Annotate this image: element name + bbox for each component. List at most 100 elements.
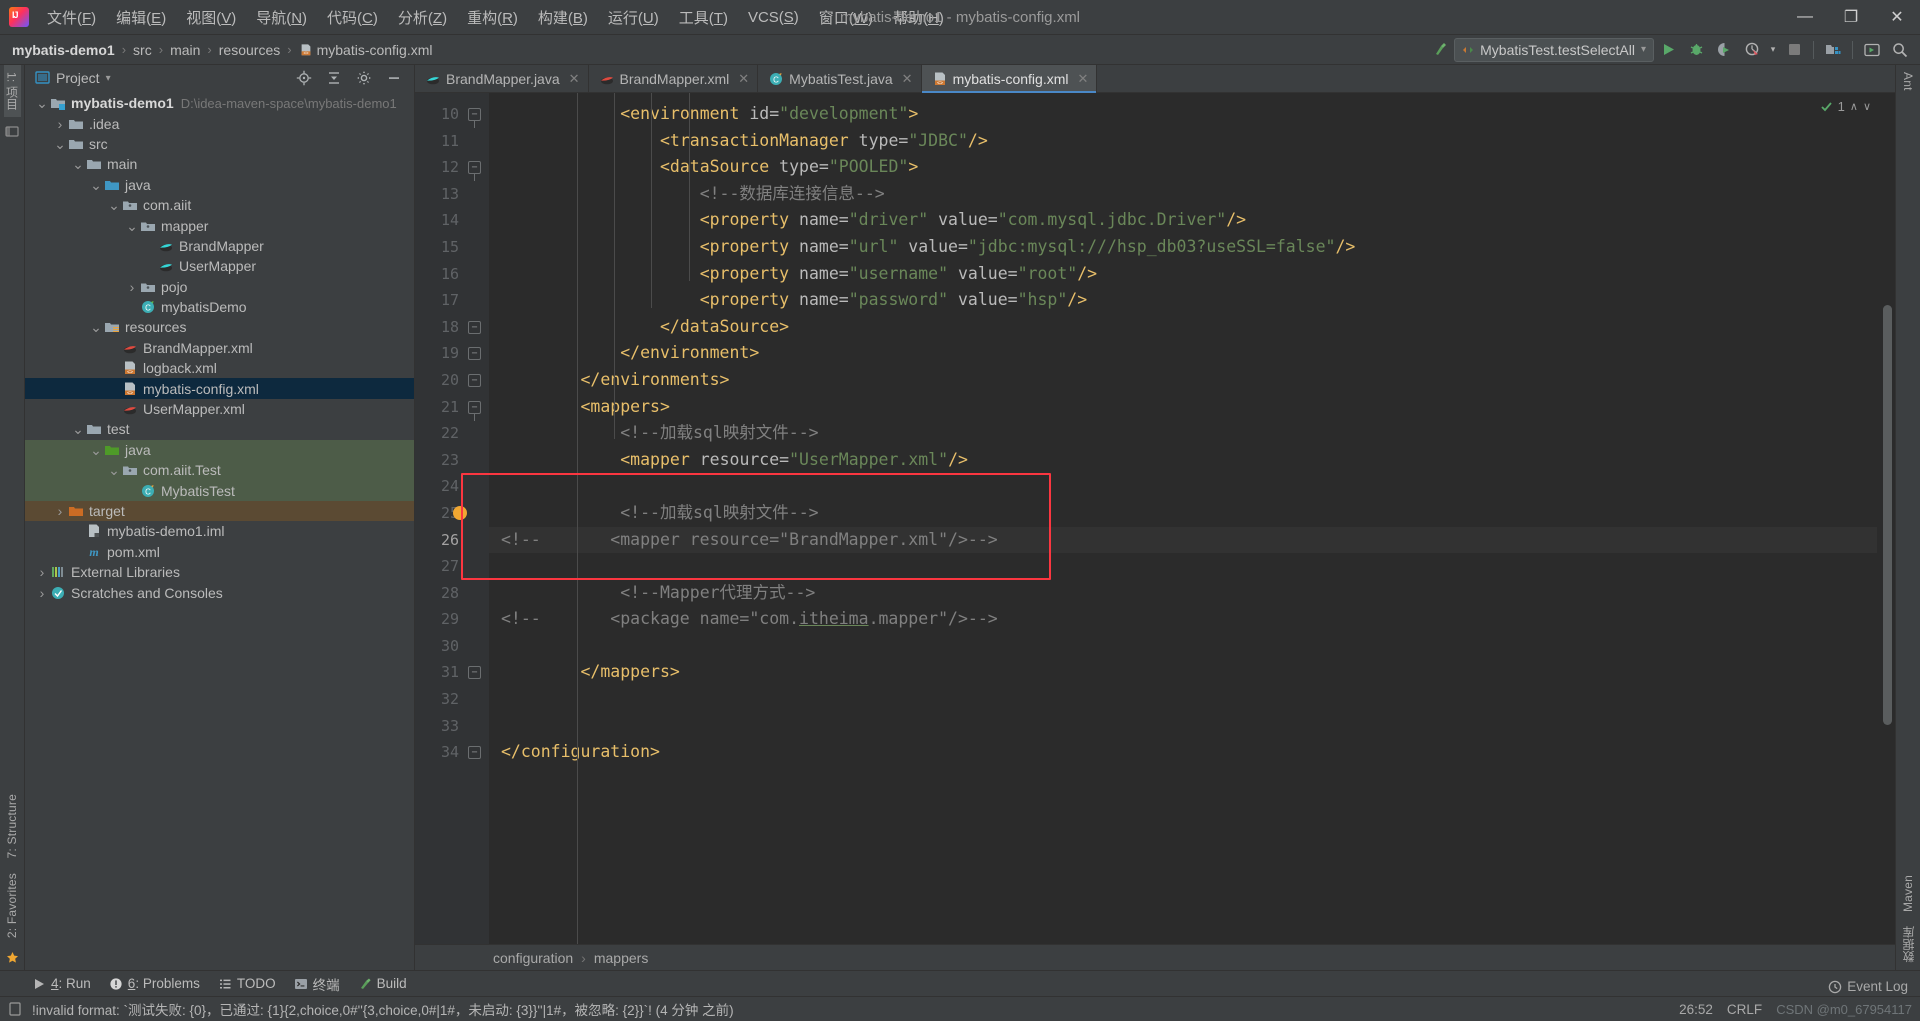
code-line-13[interactable]: <!--数据库连接信息--> — [489, 181, 1877, 208]
tree-node-java[interactable]: ⌄ java — [25, 175, 414, 195]
code-line-21[interactable]: <mappers> — [489, 394, 1877, 421]
chevron-right-icon[interactable]: › — [53, 116, 67, 132]
close-icon[interactable]: ✕ — [1077, 71, 1088, 87]
tool-tab-database[interactable]: 数据库 — [1900, 919, 1917, 970]
line-number-15[interactable]: 15 — [415, 234, 489, 261]
code-line-26[interactable]: <!-- <mapper resource="BrandMapper.xml"/… — [489, 526, 1877, 554]
menu-item-10[interactable]: VCS(S) — [738, 5, 809, 30]
maximize-button[interactable]: ❐ — [1828, 0, 1874, 34]
line-number-21[interactable]: 21− — [415, 394, 489, 421]
code-line-22[interactable]: <!--加载sql映射文件--> — [489, 420, 1877, 447]
line-number-30[interactable]: 30 — [415, 633, 489, 660]
chevron-right-icon[interactable]: › — [53, 503, 67, 519]
tree-node-usermapper[interactable]: UserMapper — [25, 256, 414, 276]
tool-window-button-4--run[interactable]: 4: Run — [32, 976, 91, 991]
tool-tab-structure[interactable]: 7: Structure — [5, 787, 19, 865]
tree-node-logback-xml[interactable]: <> logback.xml — [25, 358, 414, 378]
run-configuration-selector[interactable]: MybatisTest.testSelectAll ▾ — [1454, 37, 1654, 62]
line-number-31[interactable]: 31− — [415, 659, 489, 686]
line-number-13[interactable]: 13 — [415, 181, 489, 208]
code-line-23[interactable]: <mapper resource="UserMapper.xml"/> — [489, 447, 1877, 474]
chevron-down-icon[interactable]: ⌄ — [71, 422, 85, 436]
chevron-right-icon[interactable]: › — [125, 279, 139, 295]
editor-scrollbar-area[interactable] — [1877, 93, 1895, 944]
chevron-down-icon[interactable]: ⌄ — [125, 219, 139, 233]
editor-breadcrumb[interactable]: configuration › mappers — [415, 944, 1895, 970]
chevron-right-icon[interactable]: › — [35, 585, 49, 601]
code-line-20[interactable]: </environments> — [489, 367, 1877, 394]
chevron-down-icon[interactable]: ▾ — [1641, 44, 1646, 55]
chevron-down-icon[interactable]: ⌄ — [107, 198, 121, 212]
code-line-16[interactable]: <property name="username" value="root"/> — [489, 261, 1877, 288]
tree-node-com-aiit[interactable]: ⌄ com.aiit — [25, 195, 414, 215]
editor-tab-mybatis-config-xml[interactable]: <> mybatis-config.xml ✕ — [921, 65, 1098, 93]
minimize-button[interactable]: — — [1782, 0, 1828, 34]
tree-node-main[interactable]: ⌄ main — [25, 154, 414, 174]
tree-node-target[interactable]: › target — [25, 500, 414, 522]
tree-node-java[interactable]: ⌄ java — [25, 439, 414, 461]
code-line-14[interactable]: <property name="driver" value="com.mysql… — [489, 207, 1877, 234]
tree-node-resources[interactable]: ⌄ resources — [25, 317, 414, 337]
code-line-34[interactable]: </configuration> — [489, 739, 1877, 766]
tool-tab-favorites[interactable]: 2: Favorites — [5, 866, 19, 945]
editor-tab-brandmapper-java[interactable]: BrandMapper.java ✕ — [415, 65, 589, 92]
line-number-19[interactable]: 19− — [415, 340, 489, 367]
tool-window-button-build[interactable]: Build — [358, 976, 407, 991]
breadcrumb-item-4[interactable]: <> mybatis-config.xml — [299, 42, 433, 58]
line-number-32[interactable]: 32 — [415, 686, 489, 713]
code-line-11[interactable]: <transactionManager type="JDBC"/> — [489, 128, 1877, 155]
tree-node-mybatis-demo1[interactable]: ⌄ mybatis-demo1 D:\idea-maven-space\mybati… — [25, 93, 414, 113]
code-line-10[interactable]: <environment id="development"> — [489, 101, 1877, 128]
tree-node-test[interactable]: ⌄ test — [25, 419, 414, 439]
breadcrumb-item-3[interactable]: resources — [219, 42, 280, 58]
line-number-17[interactable]: 17 — [415, 287, 489, 314]
tree-node-pom-xml[interactable]: m pom.xml — [25, 542, 414, 562]
fold-marker[interactable]: − — [468, 108, 481, 128]
updates-icon[interactable] — [1858, 37, 1886, 63]
line-number-29[interactable]: 29 — [415, 606, 489, 633]
tree-node-com-aiit-test[interactable]: ⌄ com.aiit.Test — [25, 460, 414, 481]
menu-item-1[interactable]: 编辑(E) — [106, 3, 176, 32]
tool-window-button-6--problems[interactable]: 6: Problems — [109, 976, 200, 991]
line-number-18[interactable]: 18− — [415, 314, 489, 341]
tree-node-mybatistest[interactable]: C MybatisTest — [25, 480, 414, 501]
code-editor[interactable]: 10−11 12−13 14 15 16 17 18−19−20−21−22 23 24 25 26… — [415, 93, 1895, 944]
tool-window-button---[interactable]: 终端 — [294, 974, 340, 994]
fold-marker[interactable]: − — [468, 161, 481, 182]
locate-icon[interactable] — [290, 65, 318, 91]
chevron-down-icon[interactable]: ∨ — [1863, 100, 1871, 113]
menu-item-7[interactable]: 构建(B) — [528, 3, 598, 32]
code-line-12[interactable]: <dataSource type="POOLED"> — [489, 154, 1877, 181]
project-tree[interactable]: ⌄ mybatis-demo1 D:\idea-maven-space\mybati… — [25, 91, 414, 970]
code-line-15[interactable]: <property name="url" value="jdbc:mysql:/… — [489, 234, 1877, 261]
editor-tab-mybatistest-java[interactable]: C MybatisTest.java ✕ — [758, 65, 922, 92]
menu-item-5[interactable]: 分析(Z) — [388, 3, 457, 32]
chevron-down-icon[interactable]: ⌄ — [107, 463, 121, 477]
line-number-16[interactable]: 16 — [415, 261, 489, 288]
code-line-17[interactable]: <property name="password" value="hsp"/> — [489, 287, 1877, 314]
menu-item-4[interactable]: 代码(C) — [317, 3, 388, 32]
line-separator[interactable]: CRLF — [1727, 1002, 1762, 1017]
run-icon[interactable] — [1654, 37, 1682, 63]
code-line-33[interactable] — [489, 713, 1877, 740]
tree-node-mapper[interactable]: ⌄ mapper — [25, 215, 414, 235]
close-icon[interactable]: ✕ — [738, 71, 749, 87]
inspection-widget[interactable]: 1 ∧ ∨ — [1820, 99, 1871, 114]
gear-icon[interactable] — [350, 65, 378, 91]
code-content[interactable]: <environment id="development"> <transact… — [489, 93, 1877, 944]
line-number-25[interactable]: 25 — [415, 500, 489, 527]
line-number-14[interactable]: 14 — [415, 207, 489, 234]
fold-end-marker[interactable]: − — [468, 666, 481, 680]
tree-node--idea[interactable]: › .idea — [25, 113, 414, 133]
collapse-all-icon[interactable] — [320, 65, 348, 91]
code-line-29[interactable]: <!-- <package name="com.itheima.mapper"/… — [489, 606, 1877, 633]
code-line-28[interactable]: <!--Mapper代理方式--> — [489, 580, 1877, 607]
fold-end-marker[interactable]: − — [468, 373, 481, 387]
line-number-11[interactable]: 11 — [415, 128, 489, 155]
build-icon[interactable] — [1426, 37, 1454, 63]
chevron-down-icon[interactable]: ⌄ — [71, 157, 85, 171]
code-line-30[interactable] — [489, 633, 1877, 660]
chevron-down-icon[interactable]: ⌄ — [89, 443, 103, 457]
event-log-button[interactable]: Event Log — [1828, 979, 1908, 994]
tree-node-mybatisdemo[interactable]: CmybatisDemo — [25, 297, 414, 317]
